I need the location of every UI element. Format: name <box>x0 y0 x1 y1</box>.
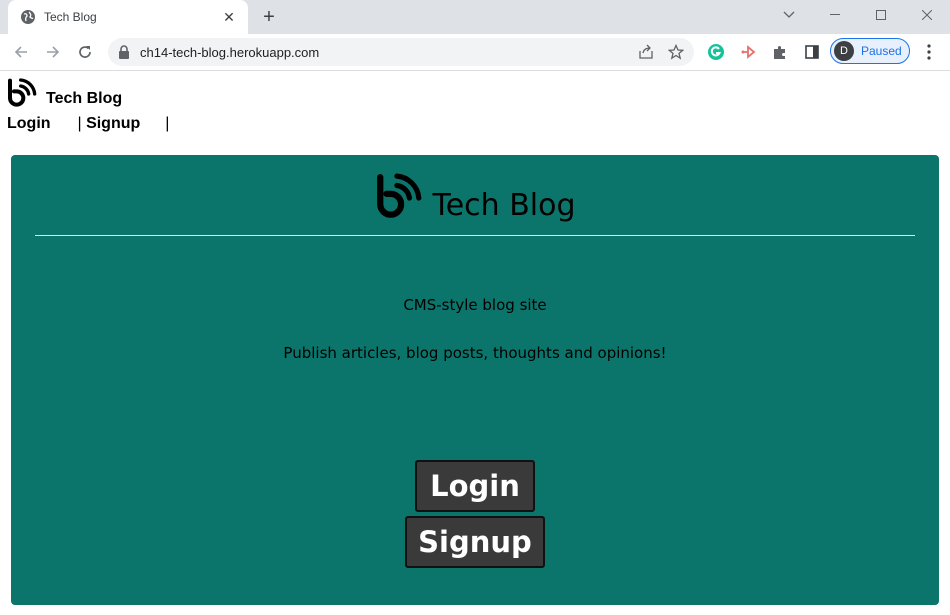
hero-card: Tech Blog CMS-style blog site Publish ar… <box>11 155 939 605</box>
divider <box>35 235 915 236</box>
maximize-icon[interactable] <box>858 0 904 30</box>
globe-icon <box>21 10 35 24</box>
nav-separator: | <box>165 115 170 132</box>
address-bar[interactable]: ch14-tech-blog.herokuapp.com <box>108 38 694 66</box>
tab-search-icon[interactable] <box>766 0 812 30</box>
side-panel-icon[interactable] <box>800 40 824 64</box>
extension-arrow-icon[interactable] <box>736 40 760 64</box>
grammarly-extension-icon[interactable] <box>704 40 728 64</box>
hero-tagline: CMS-style blog site <box>403 296 547 314</box>
menu-kebab-icon[interactable] <box>918 40 940 64</box>
lock-icon <box>119 45 129 59</box>
window-close-icon[interactable] <box>904 0 950 30</box>
browser-tab[interactable]: Tech Blog ✕ <box>8 0 248 34</box>
forward-arrow-icon[interactable] <box>41 40 65 64</box>
nav-signup-link[interactable]: Signup <box>86 115 140 132</box>
back-arrow-icon[interactable] <box>9 40 33 64</box>
nav-login-link[interactable]: Login <box>7 115 51 132</box>
top-nav: Login | Signup | <box>7 115 169 133</box>
profile-button[interactable]: D Paused <box>830 38 910 64</box>
hero-title: Tech Blog <box>432 188 576 223</box>
reload-icon[interactable] <box>73 40 97 64</box>
site-header: Tech Blog <box>6 78 122 110</box>
blog-logo-icon <box>8 78 37 107</box>
signup-button[interactable]: Signup <box>405 516 545 568</box>
site-brand[interactable]: Tech Blog <box>6 78 122 110</box>
blog-logo-icon <box>377 173 422 218</box>
hero-heading: Tech Blog <box>11 173 939 223</box>
browser-tabstrip: Tech Blog ✕ + <box>0 0 950 34</box>
tab-close-icon[interactable]: ✕ <box>220 9 238 26</box>
share-icon[interactable] <box>634 40 658 64</box>
login-button[interactable]: Login <box>415 460 535 512</box>
bookmark-star-icon[interactable] <box>664 40 688 64</box>
tab-title: Tech Blog <box>44 10 97 24</box>
avatar: D <box>834 41 854 61</box>
url-text: ch14-tech-blog.herokuapp.com <box>140 44 320 60</box>
minimize-icon[interactable] <box>812 0 858 30</box>
profile-status: Paused <box>861 44 902 58</box>
new-tab-button[interactable]: + <box>258 6 280 28</box>
nav-separator: | <box>77 115 82 132</box>
site-brand-name: Tech Blog <box>46 90 123 107</box>
browser-toolbar: ch14-tech-blog.herokuapp.com D Paused <box>0 34 950 71</box>
hero-description: Publish articles, blog posts, thoughts a… <box>283 344 667 362</box>
puzzle-extensions-icon[interactable] <box>768 40 792 64</box>
